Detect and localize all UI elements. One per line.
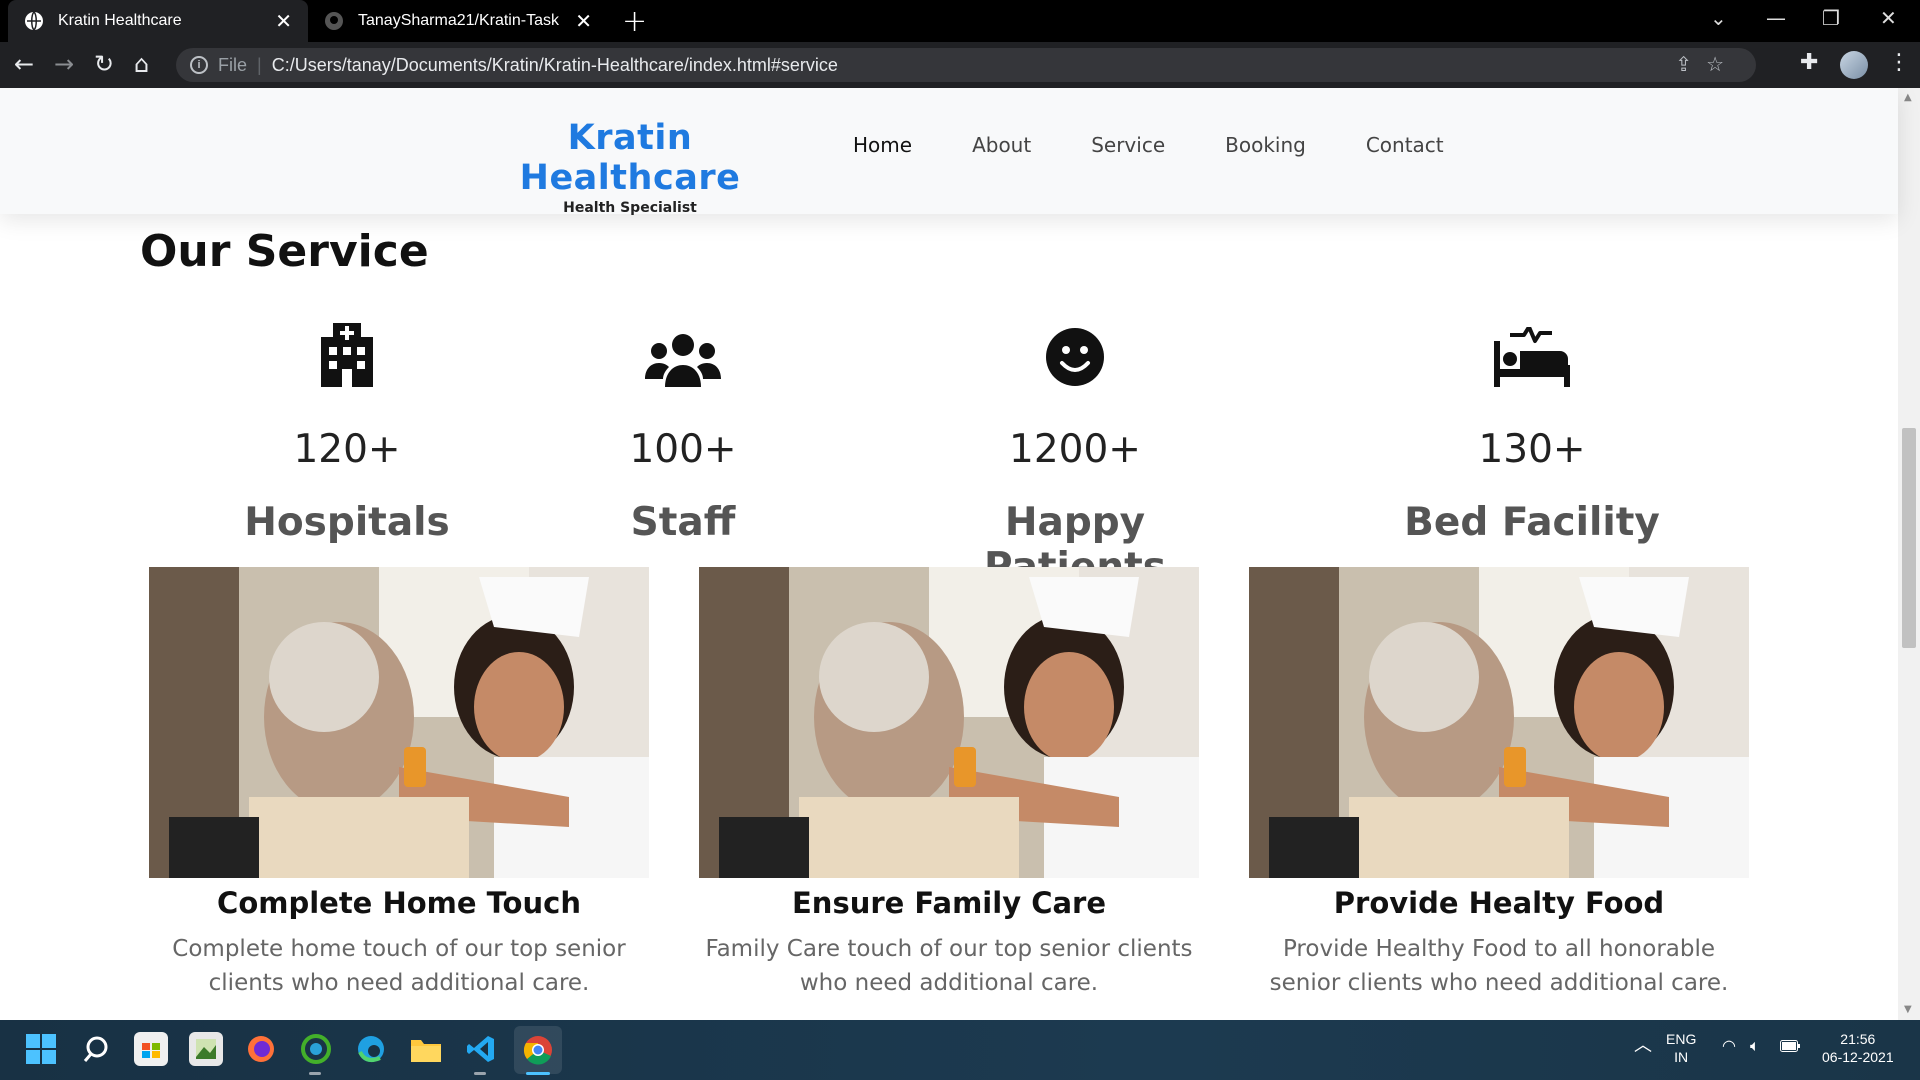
clock[interactable]: 21:56 06-12-2021 xyxy=(1822,1030,1894,1066)
service-card: Ensure Family Care Family Care touch of … xyxy=(699,567,1199,1000)
home-icon[interactable]: ⌂ xyxy=(134,50,149,78)
section-title: Our Service xyxy=(140,226,429,277)
card-title: Ensure Family Care xyxy=(791,886,1107,920)
stat-staff: 100+ Staff xyxy=(518,313,848,545)
language-indicator[interactable]: ENG IN xyxy=(1666,1030,1696,1066)
minimize-icon[interactable]: — xyxy=(1766,6,1786,30)
close-tab-icon[interactable]: ✕ xyxy=(275,9,292,34)
address-bar[interactable]: i File | C:/Users/tanay/Documents/Kratin… xyxy=(176,48,1756,82)
nav-service[interactable]: Service xyxy=(1091,133,1165,157)
extensions-icon[interactable]: ✚ xyxy=(1800,50,1818,75)
profile-avatar[interactable] xyxy=(1840,51,1868,79)
tab-title: TanaySharma21/Kratin-Task xyxy=(358,12,559,29)
nav-booking[interactable]: Booking xyxy=(1225,133,1306,157)
tab-github[interactable]: TanaySharma21/Kratin-Task ✕ xyxy=(308,0,608,42)
stat-value: 1200+ xyxy=(1009,427,1141,472)
search-icon[interactable] xyxy=(79,1032,113,1066)
menu-kebab-icon[interactable]: ⋮ xyxy=(1888,50,1910,75)
tab-strip: Kratin Healthcare ✕ TanaySharma21/Kratin… xyxy=(0,0,1920,42)
page-scrollbar[interactable]: ▲ ▼ xyxy=(1898,88,1920,1020)
nurse-patient-photo xyxy=(1249,567,1749,878)
stat-value: 120+ xyxy=(293,427,401,472)
reload-icon[interactable]: ↻ xyxy=(94,50,114,78)
windows-start-icon[interactable] xyxy=(24,1032,58,1066)
chevron-up-icon[interactable]: ︿ xyxy=(1634,1036,1652,1054)
stat-hospitals: 120+ Hospitals xyxy=(182,313,512,545)
stat-value: 130+ xyxy=(1478,427,1586,472)
smile-icon xyxy=(910,313,1240,387)
toolbar: ← → ↻ ⌂ i File | C:/Users/tanay/Document… xyxy=(0,42,1920,88)
anaconda-icon[interactable] xyxy=(299,1032,333,1066)
scroll-up-icon[interactable]: ▲ xyxy=(1904,92,1912,103)
card-text: Provide Healthy Food to all honorable se… xyxy=(1269,936,1729,996)
back-icon[interactable]: ← xyxy=(14,50,34,78)
running-indicator xyxy=(474,1072,486,1075)
site-info-icon[interactable]: i xyxy=(190,56,208,74)
clock-time: 21:56 xyxy=(1840,1031,1876,1047)
brand-tagline: Health Specialist xyxy=(563,200,697,216)
card-title: Provide Healty Food xyxy=(1333,886,1665,920)
stat-label: Bed Facility xyxy=(1404,500,1660,545)
wifi-icon[interactable]: ◠ xyxy=(1722,1038,1736,1056)
file-explorer-icon[interactable] xyxy=(409,1032,443,1066)
tab-search-icon[interactable]: ⌄ xyxy=(1710,6,1727,30)
card-text: Complete home touch of our top senior cl… xyxy=(172,936,626,996)
divider: | xyxy=(257,54,262,75)
bed-pulse-icon xyxy=(1367,313,1697,387)
vscode-icon[interactable] xyxy=(464,1032,498,1066)
share-icon[interactable]: ⇪ xyxy=(1675,54,1706,76)
nurse-patient-photo xyxy=(149,567,649,878)
url-text[interactable]: C:/Users/tanay/Documents/Kratin/Kratin-H… xyxy=(272,55,838,76)
scrollbar-thumb[interactable] xyxy=(1902,428,1916,648)
service-card: Complete Home Touch Complete home touch … xyxy=(149,567,649,1000)
stat-happy-patients: 1200+ Happy Patients xyxy=(910,313,1240,590)
page-viewport: Kratin Healthcare Health Specialist Home… xyxy=(0,88,1920,1020)
nav-about[interactable]: About xyxy=(972,133,1031,157)
lang-text: ENG xyxy=(1666,1031,1697,1047)
chrome-icon[interactable] xyxy=(514,1026,562,1074)
brand-logo[interactable]: Kratin Healthcare Health Specialist xyxy=(475,118,785,216)
main-nav: Home About Service Booking Contact xyxy=(853,133,1444,157)
brand-name: Kratin Healthcare xyxy=(519,118,741,198)
nav-contact[interactable]: Contact xyxy=(1366,133,1444,157)
edge-icon[interactable] xyxy=(354,1032,388,1066)
nurse-patient-photo xyxy=(699,567,1199,878)
forward-icon[interactable]: → xyxy=(54,50,74,78)
card-text: Family Care touch of our top senior clie… xyxy=(705,936,1193,996)
new-tab-icon[interactable]: + xyxy=(622,4,647,39)
users-icon xyxy=(518,313,848,387)
service-card: Provide Healty Food Provide Healthy Food… xyxy=(1249,567,1749,1000)
protocol-label: File xyxy=(218,54,248,75)
tab-title: Kratin Healthcare xyxy=(58,12,182,29)
card-title: Complete Home Touch xyxy=(217,886,581,920)
battery-icon[interactable] xyxy=(1780,1038,1800,1056)
active-app-indicator xyxy=(526,1072,550,1075)
globe-icon xyxy=(24,11,44,31)
photo-editor-icon[interactable] xyxy=(189,1032,223,1066)
scroll-down-icon[interactable]: ▼ xyxy=(1904,1004,1912,1015)
bookmark-star-icon[interactable]: ☆ xyxy=(1706,54,1738,76)
close-window-icon[interactable]: ✕ xyxy=(1880,6,1897,30)
region-text: IN xyxy=(1674,1049,1689,1065)
stat-bed-facility: 130+ Bed Facility xyxy=(1367,313,1697,545)
volume-icon[interactable]: 🔈︎ xyxy=(1750,1038,1760,1056)
running-indicator xyxy=(309,1072,321,1075)
stat-label: Staff xyxy=(630,500,736,545)
nav-home[interactable]: Home xyxy=(853,133,912,157)
store-icon[interactable] xyxy=(134,1032,168,1066)
restore-icon[interactable]: ❐ xyxy=(1822,6,1840,30)
clock-date: 06-12-2021 xyxy=(1822,1049,1894,1065)
site-header: Kratin Healthcare Health Specialist Home… xyxy=(0,88,1898,216)
hospital-icon xyxy=(182,313,512,387)
close-tab-icon[interactable]: ✕ xyxy=(575,9,592,34)
stat-value: 100+ xyxy=(629,427,737,472)
stat-label: Hospitals xyxy=(244,500,450,545)
github-icon xyxy=(324,11,344,31)
firefox-icon[interactable] xyxy=(244,1032,278,1066)
tab-kratin-healthcare[interactable]: Kratin Healthcare ✕ xyxy=(8,0,308,42)
windows-taskbar: ︿ ENG IN ◠ 🔈︎ 21:56 06-12-2021 xyxy=(0,1020,1920,1080)
